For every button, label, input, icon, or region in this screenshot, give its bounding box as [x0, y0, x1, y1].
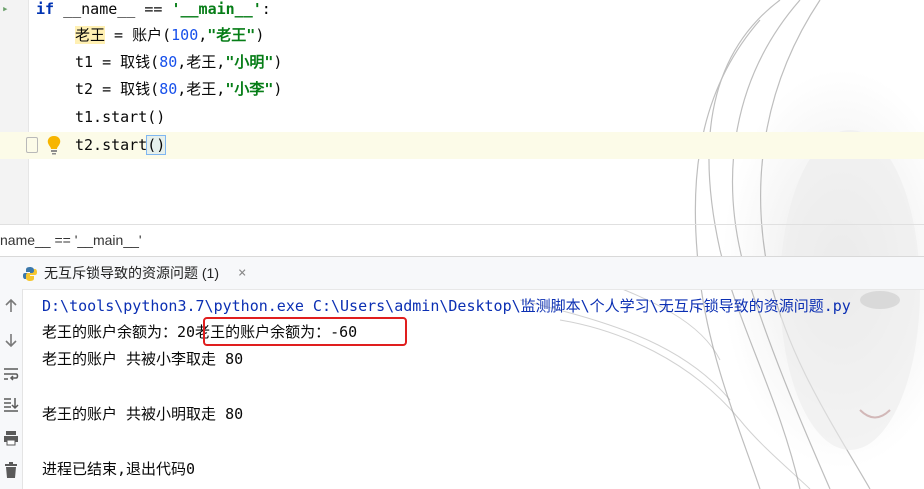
string-literal: "小明" [225, 53, 274, 71]
code-line-4[interactable]: t2 = 取钱(80,老王,"小李") [75, 76, 282, 103]
run-tab-label: 无互斥锁导致的资源问题 (1) [44, 265, 219, 281]
number-literal: 80 [159, 53, 178, 71]
number-literal: 80 [159, 80, 178, 98]
code-text: t2 = 取钱( [75, 80, 160, 98]
code-line-2[interactable]: 老王 = 账户(100,"老王") [75, 22, 264, 49]
fold-icon[interactable] [26, 137, 38, 153]
code-line-5[interactable]: t1.start() [75, 104, 165, 131]
print-icon[interactable] [2, 429, 20, 447]
code-text: t1 = 取钱( [75, 53, 160, 71]
run-marker-icon[interactable]: ▸ [2, 2, 9, 15]
trash-icon[interactable] [2, 461, 20, 479]
console-command: D:\tools\python3.7\python.exe C:\Users\a… [42, 297, 851, 315]
breadcrumb[interactable]: name__ == '__main__' [0, 227, 142, 253]
keyword: if [36, 0, 55, 18]
code-line-3[interactable]: t1 = 取钱(80,老王,"小明") [75, 49, 282, 76]
code-text: ) [255, 26, 265, 44]
highlighted-identifier: 老王 [75, 26, 106, 44]
matched-paren: () [146, 135, 167, 155]
code-text: ,老王, [177, 53, 226, 71]
code-text: t1.start() [75, 108, 166, 126]
console-output-line: 老王的账户 共被小明取走 80 [42, 405, 244, 423]
code-text: : [261, 0, 271, 18]
soft-wrap-icon[interactable] [2, 365, 20, 383]
console-exit-line: 进程已结束,退出代码0 [42, 460, 196, 478]
editor-gutter: ▸ [0, 0, 29, 224]
code-text: ) [273, 80, 283, 98]
arrow-down-icon[interactable] [2, 331, 20, 349]
string-literal: "小李" [225, 80, 274, 98]
console-output-line: 老王的账户 共被小李取走 80 [42, 350, 244, 368]
console-toolbar [0, 289, 23, 489]
arrow-up-icon[interactable] [2, 297, 20, 315]
close-icon[interactable]: × [238, 257, 246, 289]
scroll-to-end-icon[interactable] [2, 395, 20, 413]
code-line-1[interactable]: if __name__ == '__main__': [36, 0, 271, 23]
run-tab-bar: 无互斥锁导致的资源问题 (1) × [0, 256, 924, 290]
code-text: t2.start [75, 136, 148, 154]
python-icon [23, 267, 37, 282]
code-editor[interactable]: ▸ if __name__ == '__main__': 老王 = 账户(100… [0, 0, 924, 224]
code-text: __name__ == [54, 0, 172, 18]
code-text: , [198, 26, 208, 44]
code-text: ,老王, [177, 80, 226, 98]
code-text: ) [273, 53, 283, 71]
highlight-annotation-box [203, 317, 407, 346]
number-literal: 100 [171, 26, 199, 44]
code-line-6[interactable]: t2.start() [75, 132, 167, 159]
code-text: = 账户( [105, 26, 172, 44]
string-literal: "老王" [207, 26, 256, 44]
string-literal: '__main__' [171, 0, 262, 18]
run-tab[interactable]: 无互斥锁导致的资源问题 (1) [22, 257, 219, 289]
lightbulb-icon[interactable] [44, 134, 64, 156]
editor-divider [0, 224, 924, 225]
